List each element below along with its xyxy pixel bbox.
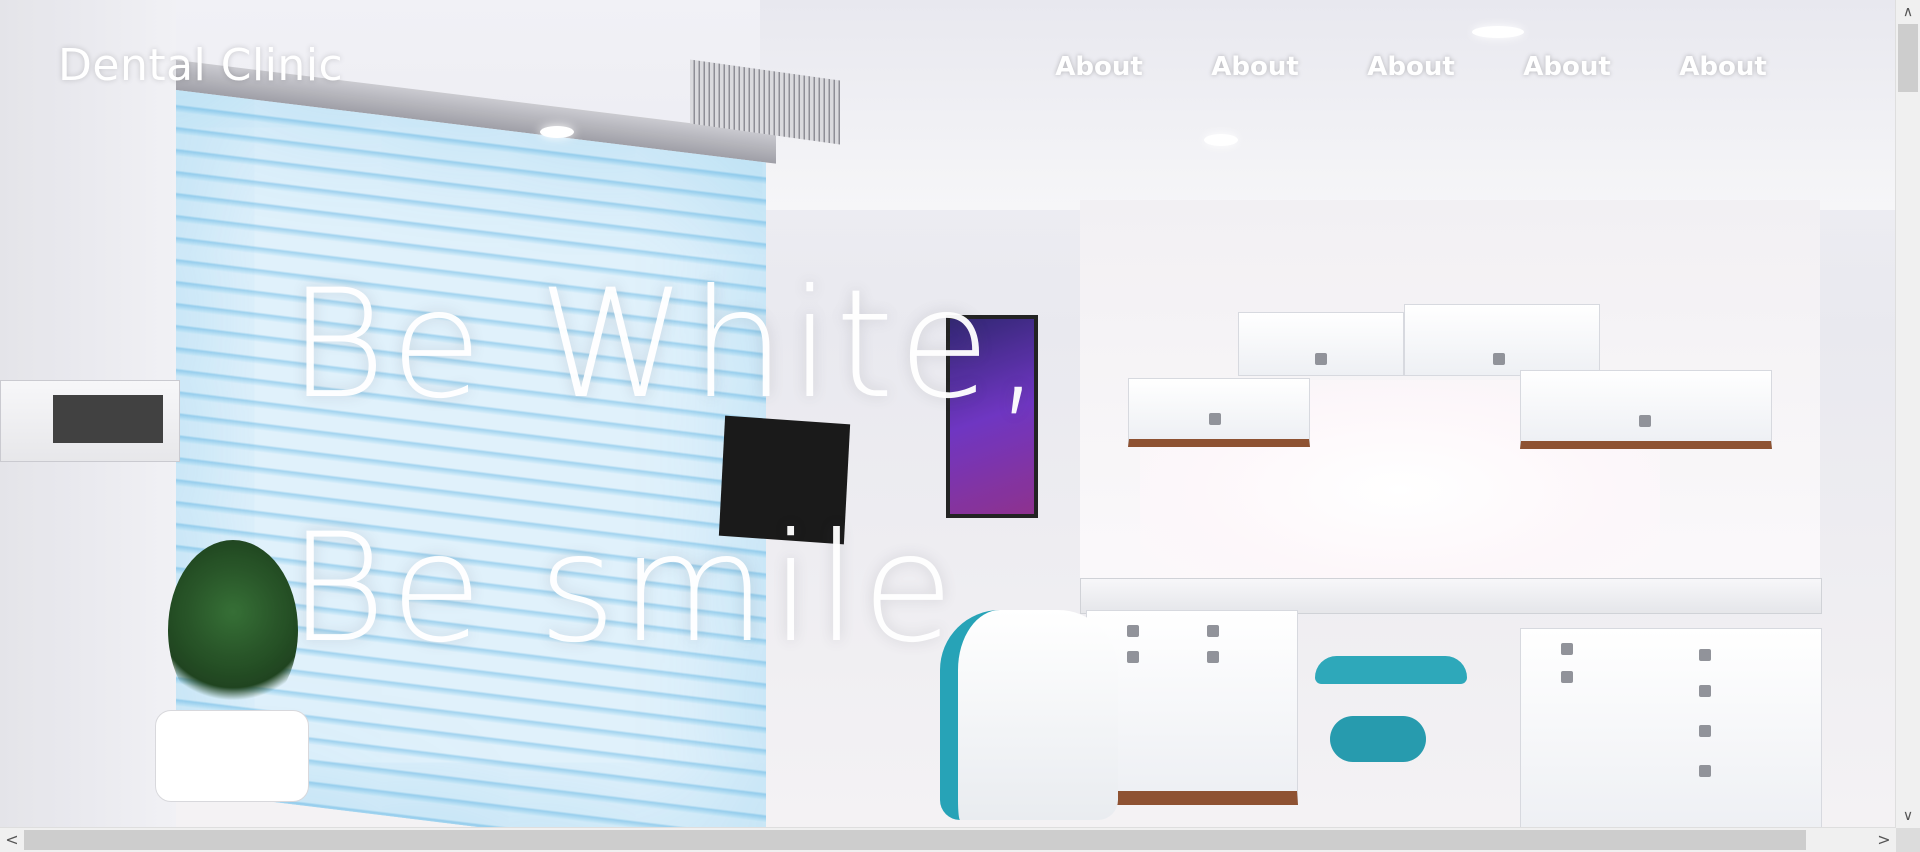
hero-line-2: Be smile <box>288 502 959 676</box>
scroll-left-arrow-icon[interactable]: < <box>0 828 24 852</box>
scroll-up-arrow-icon[interactable]: ∨ <box>1896 0 1920 24</box>
nav-link-about-4[interactable]: About <box>1489 52 1645 82</box>
nav-link-about-1[interactable]: About <box>1021 52 1177 82</box>
page-viewport: Dental Clinic About About About About Ab… <box>0 0 1896 828</box>
nav-link-about-2[interactable]: About <box>1177 52 1333 82</box>
brand-logo-link[interactable]: Dental Clinic <box>58 40 343 91</box>
site-header: Dental Clinic About About About About Ab… <box>0 0 1896 130</box>
vertical-scrollbar[interactable]: ∨ ∨ <box>1895 0 1920 828</box>
hero-heading: Be White, Be smile <box>288 270 1046 664</box>
nav-link-about-3[interactable]: About <box>1333 52 1489 82</box>
main-nav: About About About About About <box>1021 52 1801 82</box>
scroll-right-arrow-icon[interactable]: > <box>1872 828 1896 852</box>
horizontal-scroll-thumb[interactable] <box>24 830 1806 850</box>
vertical-scroll-thumb[interactable] <box>1898 24 1918 92</box>
scroll-down-arrow-icon[interactable]: ∨ <box>1896 804 1920 828</box>
scrollbar-corner <box>1896 828 1920 852</box>
hero-line-1: Be White, <box>288 258 1047 432</box>
horizontal-scrollbar[interactable]: < > <box>0 827 1896 852</box>
nav-link-about-5[interactable]: About <box>1645 52 1801 82</box>
